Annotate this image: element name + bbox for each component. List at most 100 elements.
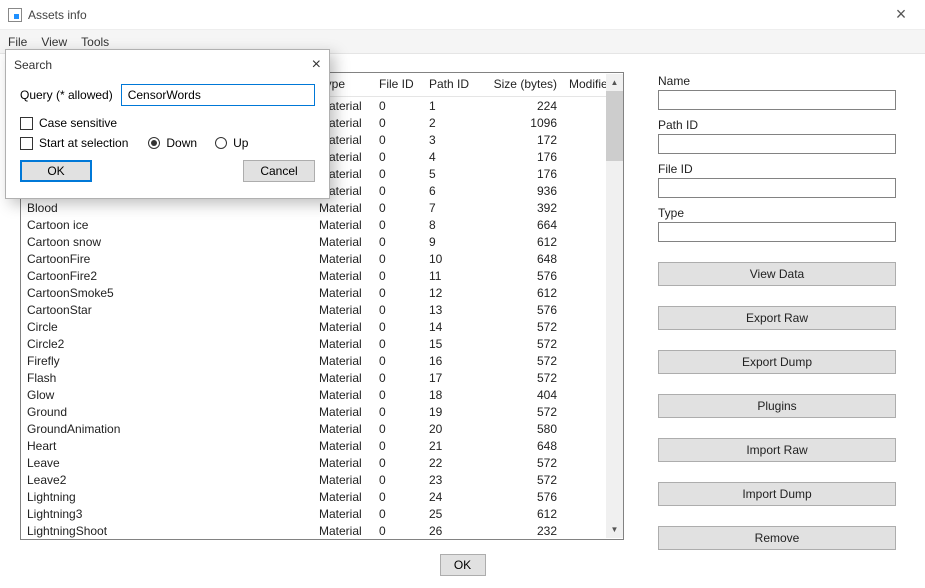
cell-size: 580 [483, 422, 563, 436]
export-raw-button[interactable]: Export Raw [658, 306, 896, 330]
cell-type: Material [313, 201, 373, 215]
cell-size: 572 [483, 405, 563, 419]
cell-name: LightningShoot [21, 524, 313, 538]
ok-button[interactable]: OK [440, 554, 486, 576]
type-field[interactable] [658, 222, 896, 242]
menu-view[interactable]: View [41, 35, 67, 49]
col-modified[interactable]: Modified [563, 73, 607, 96]
table-row[interactable]: Leave2Material023572 [21, 471, 623, 488]
plugins-button[interactable]: Plugins [658, 394, 896, 418]
cell-name: Firefly [21, 354, 313, 368]
cell-file-id: 0 [373, 201, 423, 215]
cell-file-id: 0 [373, 405, 423, 419]
query-input[interactable] [121, 84, 315, 106]
up-radio[interactable] [215, 137, 227, 149]
search-cancel-button[interactable]: Cancel [243, 160, 315, 182]
table-row[interactable]: Circle2Material015572 [21, 335, 623, 352]
table-row[interactable]: LeaveMaterial022572 [21, 454, 623, 471]
table-row[interactable]: CircleMaterial014572 [21, 318, 623, 335]
table-row[interactable]: GroundMaterial019572 [21, 403, 623, 420]
cell-size: 224 [483, 99, 563, 113]
table-row[interactable]: HeartMaterial021648 [21, 437, 623, 454]
cell-path-id: 13 [423, 303, 483, 317]
table-row[interactable]: GroundAnimationMaterial020580 [21, 420, 623, 437]
cell-file-id: 0 [373, 269, 423, 283]
cell-path-id: 24 [423, 490, 483, 504]
name-field[interactable] [658, 90, 896, 110]
cell-path-id: 22 [423, 456, 483, 470]
table-row[interactable]: LightningMaterial024576 [21, 488, 623, 505]
cell-path-id: 18 [423, 388, 483, 402]
cell-name: Flash [21, 371, 313, 385]
import-dump-button[interactable]: Import Dump [658, 482, 896, 506]
table-row[interactable]: FireflyMaterial016572 [21, 352, 623, 369]
table-row[interactable]: LightningShootMaterial026232 [21, 522, 623, 539]
close-icon[interactable]: × [881, 4, 921, 25]
cell-size: 572 [483, 320, 563, 334]
table-row[interactable]: CartoonFire2Material011576 [21, 267, 623, 284]
cell-file-id: 0 [373, 507, 423, 521]
search-ok-button[interactable]: OK [20, 160, 92, 182]
cell-file-id: 0 [373, 235, 423, 249]
search-close-icon[interactable]: × [312, 56, 321, 74]
cell-file-id: 0 [373, 99, 423, 113]
cell-type: Material [313, 388, 373, 402]
cell-path-id: 23 [423, 473, 483, 487]
cell-path-id: 20 [423, 422, 483, 436]
cell-size: 176 [483, 150, 563, 164]
case-sensitive-label: Case sensitive [39, 116, 117, 130]
cell-path-id: 15 [423, 337, 483, 351]
import-raw-button[interactable]: Import Raw [658, 438, 896, 462]
table-row[interactable]: Cartoon iceMaterial08664 [21, 216, 623, 233]
search-dialog: Search × Query (* allowed) Case sensitiv… [5, 49, 330, 199]
cell-size: 664 [483, 218, 563, 232]
view-data-button[interactable]: View Data [658, 262, 896, 286]
menu-file[interactable]: File [8, 35, 27, 49]
table-row[interactable]: GlowMaterial018404 [21, 386, 623, 403]
cell-size: 572 [483, 473, 563, 487]
query-label: Query (* allowed) [20, 88, 113, 102]
file-id-field[interactable] [658, 178, 896, 198]
cell-file-id: 0 [373, 422, 423, 436]
scrollbar[interactable]: ▲ ▼ [606, 74, 623, 538]
col-size[interactable]: Size (bytes) [483, 73, 563, 96]
app-icon [8, 8, 22, 22]
cell-size: 936 [483, 184, 563, 198]
side-panel: Name Path ID File ID Type View Data Expo… [658, 72, 896, 576]
cell-name: CartoonFire [21, 252, 313, 266]
menu-tools[interactable]: Tools [81, 35, 109, 49]
table-row[interactable]: CartoonStarMaterial013576 [21, 301, 623, 318]
cell-path-id: 26 [423, 524, 483, 538]
scroll-thumb[interactable] [606, 91, 623, 161]
table-row[interactable]: BloodMaterial07392 [21, 199, 623, 216]
scroll-down-icon[interactable]: ▼ [606, 521, 623, 538]
cell-path-id: 3 [423, 133, 483, 147]
start-at-selection-checkbox[interactable] [20, 137, 33, 150]
path-id-field[interactable] [658, 134, 896, 154]
cell-size: 176 [483, 167, 563, 181]
cell-name: CartoonSmoke5 [21, 286, 313, 300]
export-dump-button[interactable]: Export Dump [658, 350, 896, 374]
table-row[interactable]: Lightning3Material025612 [21, 505, 623, 522]
table-row[interactable]: Cartoon snowMaterial09612 [21, 233, 623, 250]
scroll-up-icon[interactable]: ▲ [606, 74, 623, 91]
table-row[interactable]: FlashMaterial017572 [21, 369, 623, 386]
cell-type: Material [313, 473, 373, 487]
table-row[interactable]: CartoonFireMaterial010648 [21, 250, 623, 267]
label-file-id: File ID [658, 162, 896, 176]
down-radio[interactable] [148, 137, 160, 149]
cell-file-id: 0 [373, 133, 423, 147]
cell-name: Blood [21, 201, 313, 215]
col-file-id[interactable]: File ID [373, 73, 423, 96]
cell-type: Material [313, 320, 373, 334]
case-sensitive-checkbox[interactable] [20, 117, 33, 130]
remove-button[interactable]: Remove [658, 526, 896, 550]
label-type: Type [658, 206, 896, 220]
col-path-id[interactable]: Path ID [423, 73, 483, 96]
search-dialog-title: Search [14, 58, 52, 72]
table-row[interactable]: CartoonSmoke5Material012612 [21, 284, 623, 301]
cell-size: 576 [483, 303, 563, 317]
cell-name: CartoonStar [21, 303, 313, 317]
cell-file-id: 0 [373, 184, 423, 198]
cell-size: 648 [483, 439, 563, 453]
